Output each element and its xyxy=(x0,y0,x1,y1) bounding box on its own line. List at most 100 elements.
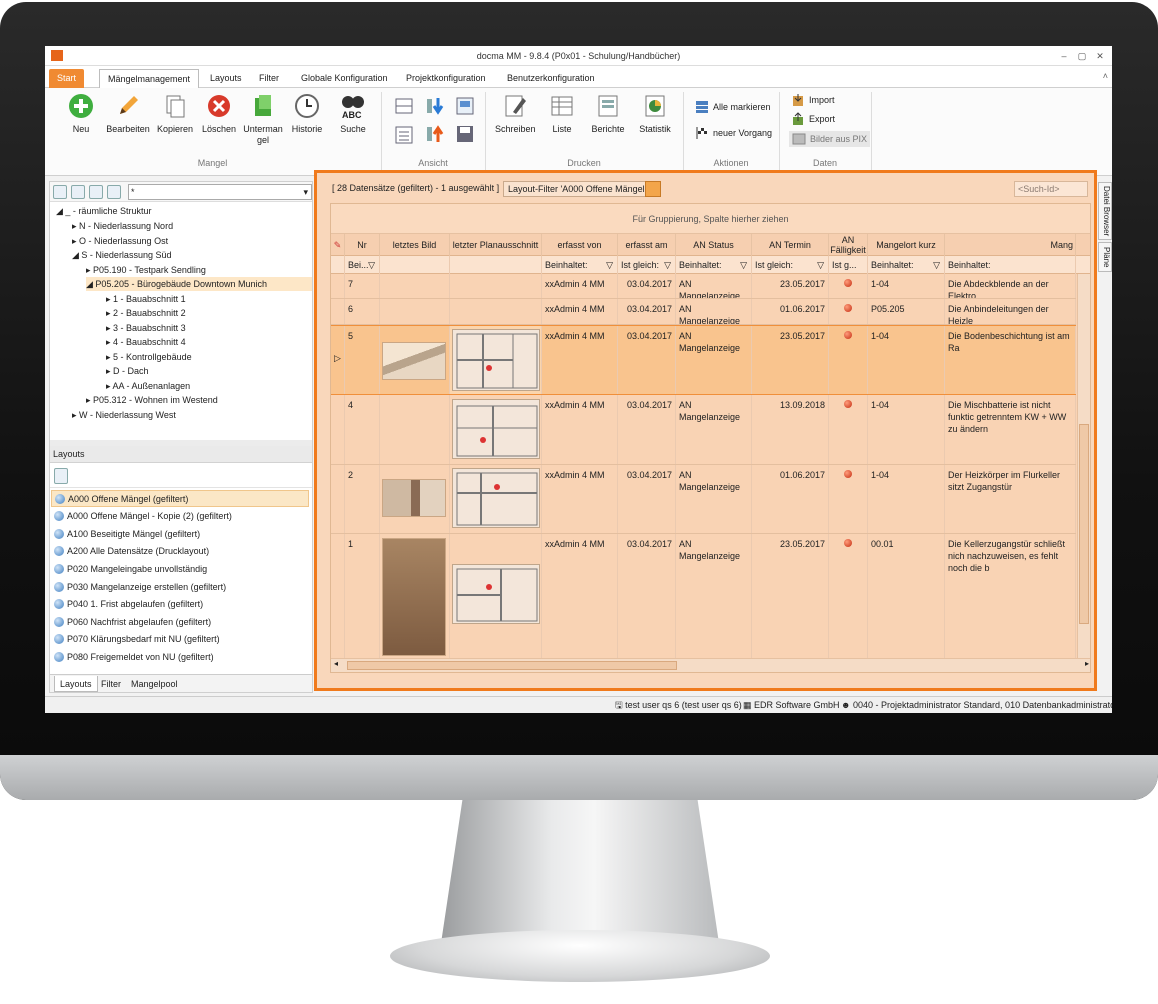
tab-globale-konfiguration[interactable]: Globale Konfiguration xyxy=(293,69,396,88)
filter-cell[interactable]: Beinhaltet: xyxy=(945,256,1076,274)
filter-cell[interactable]: Bei... ▽ xyxy=(345,256,380,274)
tab-layouts-panel[interactable]: Layouts xyxy=(54,676,98,692)
reports-button[interactable]: Berichte xyxy=(589,92,627,135)
column-header-nr[interactable]: Nr xyxy=(345,234,380,256)
column-header-an-faelligkeit[interactable]: AN Fälligkeit xyxy=(829,234,868,256)
tree-item[interactable]: ▸ P05.312 - Wohnen im Westend xyxy=(86,393,218,407)
write-button[interactable]: Schreiben xyxy=(495,92,536,135)
chevron-down-icon[interactable]: ▾ xyxy=(303,185,308,199)
tab-benutzerkonfiguration[interactable]: Benutzerkonfiguration xyxy=(499,69,603,88)
tab-filter[interactable]: Filter xyxy=(251,69,287,88)
tree-item[interactable]: ◢ S - Niederlassung Süd xyxy=(72,248,171,262)
layout-item[interactable]: P020 Mangeleingabe unvollständig xyxy=(51,561,309,578)
layout-item[interactable]: A100 Beseitigte Mängel (gefiltert) xyxy=(51,526,309,543)
column-header-mangelort[interactable]: Mangelort kurz xyxy=(868,234,945,256)
defect-photo[interactable] xyxy=(382,538,446,656)
filter-cell[interactable]: Ist g... xyxy=(829,256,868,274)
column-header-erfasst-von[interactable]: erfasst von xyxy=(542,234,618,256)
view-layout-button-2[interactable] xyxy=(395,126,413,146)
layout-item[interactable]: A200 Alle Datensätze (Drucklayout) xyxy=(51,543,309,560)
filter-cell[interactable]: Ist gleich: ▽ xyxy=(752,256,829,274)
tree-item[interactable]: ▸ 1 - Bauabschnitt 1 xyxy=(106,292,186,306)
tree-item-selected[interactable]: ◢ P05.205 - Bürogebäude Downtown Munich xyxy=(86,277,312,291)
column-header-an-termin[interactable]: AN Termin xyxy=(752,234,829,256)
tree-item[interactable]: ▸ AA - Außenanlagen xyxy=(106,379,190,393)
tree-item[interactable]: ▸ N - Niederlassung Nord xyxy=(72,219,173,233)
filter-icon[interactable]: ▽ xyxy=(368,256,375,274)
history-button[interactable]: Historie xyxy=(289,92,325,135)
tree-item[interactable]: ▸ W - Niederlassung West xyxy=(72,408,176,422)
tree-item[interactable]: ◢ _ - räumliche Struktur xyxy=(56,204,151,218)
tab-projektkonfiguration[interactable]: Projektkonfiguration xyxy=(398,69,494,88)
select-all-button[interactable]: Alle markieren xyxy=(695,100,771,114)
table-row[interactable]: 1 xxAdmin 4 MM 03.04.2017 AN Mangelanzei… xyxy=(331,534,1076,660)
sort-up-button[interactable] xyxy=(425,124,445,146)
horizontal-scrollbar[interactable]: ◂ ▸ xyxy=(331,658,1090,672)
column-header-mangel[interactable]: Mang xyxy=(945,234,1076,256)
statistics-button[interactable]: Statistik xyxy=(635,92,675,135)
table-row[interactable]: 6 xxAdmin 4 MM 03.04.2017 AN Mangelanzei… xyxy=(331,299,1076,325)
filter-cell[interactable]: Beinhaltet: ▽ xyxy=(868,256,945,274)
table-row[interactable]: 7 xxAdmin 4 MM 03.04.2017 AN Mangelanzei… xyxy=(331,274,1076,299)
search-id-input[interactable]: <Such-Id> xyxy=(1014,181,1088,197)
close-icon[interactable]: ✕ xyxy=(1092,49,1108,63)
group-by-area[interactable]: Für Gruppierung, Spalte hierher ziehen xyxy=(331,204,1090,234)
scrollbar-thumb[interactable] xyxy=(347,661,677,670)
tab-plans[interactable]: Pläne xyxy=(1098,242,1112,272)
tab-maengelmanagement[interactable]: Mängelmanagement xyxy=(99,69,200,88)
column-header-an-status[interactable]: AN Status xyxy=(676,234,752,256)
plan-excerpt[interactable] xyxy=(452,399,540,459)
defect-photo[interactable] xyxy=(382,342,446,380)
import-button[interactable]: Import xyxy=(791,93,835,107)
tab-mangelpool-panel[interactable]: Mangelpool xyxy=(126,676,183,692)
filter-cell[interactable]: Ist gleich: ▽ xyxy=(618,256,676,274)
filter-icon[interactable]: ▽ xyxy=(933,256,940,274)
column-header-planausschnitt[interactable]: letzter Planausschnitt xyxy=(450,234,542,256)
vertical-scrollbar[interactable] xyxy=(1077,274,1090,672)
tab-layouts[interactable]: Layouts xyxy=(202,69,250,88)
filter-cell[interactable]: Beinhaltet: ▽ xyxy=(542,256,618,274)
search-button[interactable]: ABC Suche xyxy=(335,92,371,135)
maximize-icon[interactable]: ▢ xyxy=(1074,49,1090,63)
sub-defect-button[interactable]: Unterman gel xyxy=(241,92,285,146)
scrollbar-thumb[interactable] xyxy=(1079,424,1089,624)
tree-item[interactable]: ▸ 5 - Kontrollgebäude xyxy=(106,350,192,364)
layout-item[interactable]: P030 Mangelanzeige erstellen (gefiltert) xyxy=(51,579,309,596)
export-button[interactable]: Export xyxy=(791,112,835,126)
table-row[interactable]: 2 xxAdmin 4 MM 03.04.2017 AN Mangelanzei… xyxy=(331,465,1076,534)
column-header-erfasst-am[interactable]: erfasst am xyxy=(618,234,676,256)
search-icon[interactable] xyxy=(71,185,85,199)
tree-item[interactable]: ▸ 3 - Bauabschnitt 3 xyxy=(106,321,186,335)
view-layout-button-1[interactable] xyxy=(395,98,413,116)
new-process-button[interactable]: neuer Vorgang xyxy=(695,126,772,140)
row-indicator-header[interactable]: ✎ xyxy=(331,234,345,256)
sort-layouts-icon[interactable] xyxy=(54,468,68,484)
delete-button[interactable]: Löschen xyxy=(201,92,237,135)
minimize-icon[interactable]: – xyxy=(1056,49,1072,63)
scroll-right-icon[interactable]: ▸ xyxy=(1085,659,1089,668)
tree-item[interactable]: ▸ 4 - Bauabschnitt 4 xyxy=(106,335,186,349)
new-button[interactable]: Neu xyxy=(67,92,95,135)
tab-start[interactable]: Start xyxy=(49,69,85,88)
structure-filter-combo[interactable]: * ▾ xyxy=(128,184,312,200)
images-from-pix-button[interactable]: Bilder aus PIX xyxy=(789,131,871,147)
layout-item[interactable]: P080 Freigemeldet von NU (gefiltert) xyxy=(51,649,309,666)
filter-cell[interactable]: Beinhaltet: ▽ xyxy=(676,256,752,274)
layout-item-selected[interactable]: A000 Offene Mängel (gefiltert) xyxy=(51,490,309,507)
filter-edit-icon[interactable] xyxy=(645,181,661,197)
sort-down-button[interactable] xyxy=(425,96,445,118)
scroll-left-icon[interactable]: ◂ xyxy=(334,659,338,668)
tree-item[interactable]: ▸ P05.190 - Testpark Sendling xyxy=(86,263,206,277)
column-header-letztes-bild[interactable]: letztes Bild xyxy=(380,234,450,256)
defect-photo[interactable] xyxy=(382,479,446,517)
layout-item[interactable]: A000 Offene Mängel - Kopie (2) (gefilter… xyxy=(51,508,309,525)
sort-up-icon[interactable] xyxy=(107,185,121,199)
tree-item[interactable]: ▸ D - Dach xyxy=(106,364,149,378)
filter-icon[interactable]: ▽ xyxy=(740,256,747,274)
list-button[interactable]: Liste xyxy=(545,92,579,135)
table-row-selected[interactable]: ▷ 5 xxAdmin 4 MM 03.04.2017 AN Mangelanz… xyxy=(331,325,1076,395)
layout-item[interactable]: P060 Nachfrist abgelaufen (gefiltert) xyxy=(51,614,309,631)
layout-item[interactable]: P070 Klärungsbedarf mit NU (gefiltert) xyxy=(51,631,309,648)
globe-icon[interactable] xyxy=(53,185,67,199)
tree-item[interactable]: ▸ 2 - Bauabschnitt 2 xyxy=(106,306,186,320)
